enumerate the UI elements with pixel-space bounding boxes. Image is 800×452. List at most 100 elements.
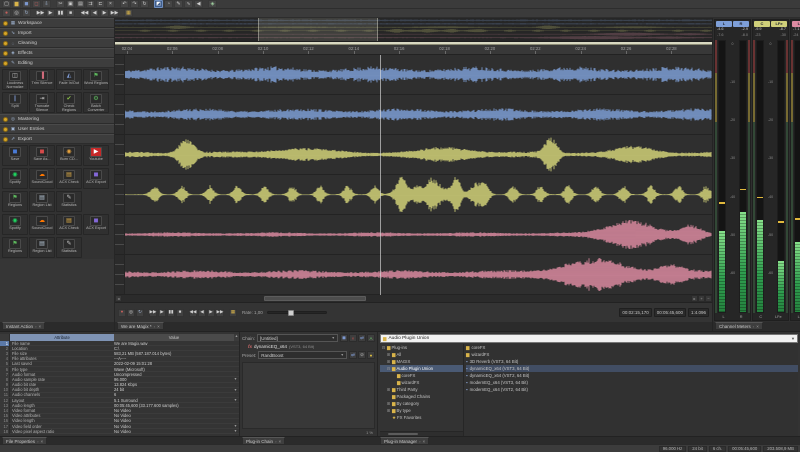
- sidebar-section-import[interactable]: ⇘Import: [0, 28, 114, 38]
- expander-plus-icon[interactable]: ⊞: [386, 401, 391, 406]
- save-icon[interactable]: ◼: [22, 0, 31, 8]
- close-icon[interactable]: ×: [422, 439, 425, 444]
- save-chain-icon[interactable]: ◼: [340, 334, 348, 342]
- acx-check-button[interactable]: ▤ACX Check: [56, 168, 82, 189]
- plugin-chain-tool-icon[interactable]: ◈: [208, 0, 217, 8]
- sidebar-section-effects[interactable]: ◈Effects: [0, 48, 114, 58]
- chevron-down-icon[interactable]: ▼: [232, 429, 239, 433]
- new-file-icon[interactable]: ▢: [2, 0, 11, 8]
- close-icon[interactable]: ×: [40, 439, 43, 444]
- plugin-list-item[interactable]: ▆wizardFX: [466, 351, 798, 358]
- trim-silence-button[interactable]: ▐Trim Silence: [29, 69, 55, 90]
- acx-export-button[interactable]: ◼ACX Export: [83, 168, 109, 189]
- monitor-speaker-icon[interactable]: ◀: [194, 0, 203, 8]
- paste-icon[interactable]: ▤: [76, 0, 85, 8]
- horizontal-scrollbar[interactable]: ◂ ▸ + −: [115, 295, 712, 303]
- check-regions-names-button[interactable]: ✔Check Regions names: [56, 92, 82, 113]
- stop-icon[interactable]: ■: [66, 9, 75, 17]
- undo-icon[interactable]: ↶: [120, 0, 129, 8]
- track-waveform-ls[interactable]: [125, 215, 712, 254]
- scroll-up-icon[interactable]: ▲: [234, 334, 239, 341]
- sidebar-section-user-entries[interactable]: ▣User Entries: [0, 124, 114, 134]
- remove-plugin-icon[interactable]: ×: [349, 334, 357, 342]
- redo-icon[interactable]: ↷: [130, 0, 139, 8]
- transport-go-to-end-icon[interactable]: ▶▶: [216, 309, 224, 317]
- delete-icon[interactable]: ×: [106, 0, 115, 8]
- float-window-icon[interactable]: ▫: [419, 439, 420, 444]
- scrollbar-thumb[interactable]: [264, 296, 365, 301]
- scroll-left-icon[interactable]: ◂: [115, 295, 122, 302]
- chevron-down-icon[interactable]: ▼: [232, 398, 239, 402]
- float-window-icon[interactable]: ▫: [753, 324, 754, 329]
- preset-select[interactable]: RandBoost ▼: [258, 351, 347, 359]
- edit-tool-icon[interactable]: ◩: [154, 0, 163, 8]
- close-icon[interactable]: ×: [278, 439, 281, 444]
- tree-item-by-category[interactable]: ⊞▆By category: [380, 400, 463, 407]
- trim-icon[interactable]: ⊏: [96, 0, 105, 8]
- sidebar-section-export[interactable]: ⇗Export: [0, 134, 114, 144]
- transport-record-remote-icon[interactable]: ◎: [127, 309, 135, 317]
- tab-plugin-manager[interactable]: Plug-in Manager ▫ ×: [380, 437, 429, 445]
- expander-plus-icon[interactable]: ⊞: [386, 359, 391, 364]
- tree-item-magix[interactable]: ⊞▆MAGIX: [380, 358, 463, 365]
- routing-icon[interactable]: ⇄: [358, 334, 366, 342]
- zoom-ratio-display[interactable]: 1:4.096: [688, 308, 709, 317]
- envelope-tool-icon[interactable]: ∿: [184, 0, 193, 8]
- chevron-down-icon[interactable]: ▼: [232, 377, 239, 381]
- play-icon[interactable]: ▶: [46, 9, 55, 17]
- pause-icon[interactable]: ▮▮: [56, 9, 65, 17]
- transport-rewind-icon[interactable]: ◀: [198, 309, 206, 317]
- plugin-list-item[interactable]: ▆coreFX: [466, 344, 798, 351]
- region-list-button[interactable]: ▤Region List: [29, 191, 55, 212]
- go-to-end-icon[interactable]: ▶▶: [110, 9, 119, 17]
- close-icon[interactable]: ×: [38, 324, 41, 329]
- track-lane-ls[interactable]: [115, 215, 712, 255]
- total-length-display[interactable]: 00:05:45,600: [654, 308, 686, 317]
- audition-icon[interactable]: A: [367, 334, 375, 342]
- expander-plus-icon[interactable]: ⊞: [386, 387, 391, 392]
- tree-item-fx-favorites[interactable]: ★FX Favorites: [380, 414, 463, 421]
- sidebar-section-mastering[interactable]: ◎Mastering: [0, 114, 114, 124]
- acx-check-2-button[interactable]: ▤ACX Check: [56, 214, 82, 235]
- tree-item-packaged-chains[interactable]: ▆Packaged Chains: [380, 393, 463, 400]
- plugin-list-item[interactable]: ▪modernEQ_x64 (VST2, 64 Bit): [466, 386, 798, 393]
- magnify-tool-icon[interactable]: ◔: [164, 0, 173, 8]
- region-list-2-button[interactable]: ▤Region List: [29, 237, 55, 258]
- rate-slider[interactable]: [267, 311, 327, 314]
- cursor-time-display[interactable]: 00:02:15,170: [619, 308, 651, 317]
- go-to-start-icon[interactable]: ◀◀: [80, 9, 89, 17]
- transport-forward-icon[interactable]: ▶: [207, 309, 215, 317]
- plugin-list-item[interactable]: ▪dynamicEQ_x64 (VST3, 64 Bit): [466, 365, 798, 372]
- transport-stop-icon[interactable]: ■: [176, 309, 184, 317]
- float-window-icon[interactable]: ▫: [35, 324, 36, 329]
- playhead-cursor[interactable]: [380, 55, 381, 295]
- loudness-normalize-button[interactable]: ◫Loudness Normalize: [2, 69, 28, 90]
- expander-plus-icon[interactable]: ⊞: [386, 352, 391, 357]
- track-lane-l[interactable]: [115, 55, 712, 95]
- plugin-list-item[interactable]: ▪3D Reverb (VST3, 64 Bit): [466, 358, 798, 365]
- statistics-2-button[interactable]: ✎Statistics: [56, 237, 82, 258]
- expander-minus-icon[interactable]: ⊟: [386, 366, 391, 371]
- tree-item-all[interactable]: ⊞▆All: [380, 351, 463, 358]
- split-button[interactable]: ∥Split: [2, 92, 28, 113]
- tree-item-third-party[interactable]: ⊞▆Third Party: [380, 386, 463, 393]
- chain-plugin-row[interactable]: fx dynamicEQ_x64 (VST3, 64 Bit): [242, 344, 375, 349]
- tab-document[interactable]: We are Magix * ▫ ×: [117, 322, 164, 330]
- soundcloud-2-button[interactable]: ☁SoundCloud: [29, 214, 55, 235]
- save-button[interactable]: ◼Save: [2, 145, 28, 166]
- track-waveform-l[interactable]: [125, 55, 712, 94]
- waveform-display[interactable]: [115, 55, 712, 295]
- bypass-all-icon[interactable]: ●: [367, 351, 375, 359]
- tree-item-corefx[interactable]: ▆coreFX: [380, 372, 463, 379]
- transport-loop-playback-icon[interactable]: ↻: [136, 309, 144, 317]
- copy-icon[interactable]: ▣: [66, 0, 75, 8]
- plugin-list-item[interactable]: ▪dynamicEQ_x64 (VST2, 64 Bit): [466, 372, 798, 379]
- tab-file-properties[interactable]: File Properties ▫ ×: [2, 437, 47, 445]
- open-folder-icon[interactable]: ▆: [12, 0, 21, 8]
- time-ruler[interactable]: 02:0402:0602:0802:1002:1202:1402:1602:18…: [115, 45, 712, 55]
- float-window-icon[interactable]: ▫: [154, 324, 155, 329]
- sidebar-section-workspace[interactable]: ▦Workspace: [0, 18, 114, 28]
- track-waveform-rs[interactable]: [125, 255, 712, 294]
- preset-arrows-icon[interactable]: ⇄: [349, 351, 357, 359]
- sidebar-section-cleaning[interactable]: ◌Cleaning: [0, 38, 114, 48]
